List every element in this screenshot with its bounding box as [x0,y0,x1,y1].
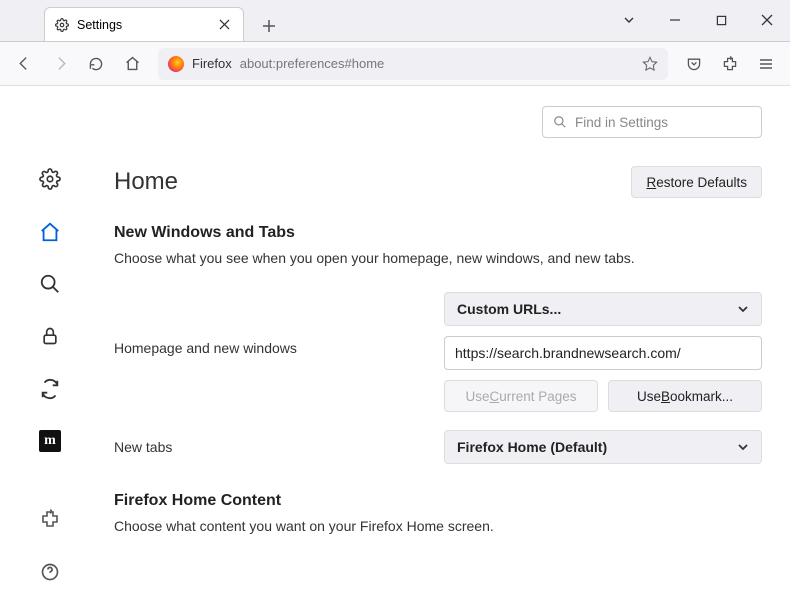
section-home-content-title: Firefox Home Content [114,492,762,510]
browser-tab[interactable]: Settings [44,7,244,41]
sidebar-item-privacy[interactable] [34,323,66,349]
back-button[interactable] [8,48,40,80]
urlbar-address: about:preferences#home [240,56,634,71]
urlbar-identity-label: Firefox [192,56,232,71]
chevron-down-icon [737,303,749,315]
newtabs-label: New tabs [114,439,444,455]
close-icon[interactable] [215,16,233,34]
sidebar-item-sync[interactable] [34,376,66,402]
main-content: Find in Settings Home Restore Defaults N… [100,86,790,603]
minimize-button[interactable] [652,0,698,41]
close-window-button[interactable] [744,0,790,41]
url-bar[interactable]: Firefox about:preferences#home [158,48,668,80]
search-icon [553,115,567,129]
bookmark-star-icon[interactable] [642,56,658,72]
forward-button[interactable] [44,48,76,80]
titlebar: Settings [0,0,790,42]
tab-dropdown-button[interactable] [606,0,652,41]
settings-search-input[interactable]: Find in Settings [542,106,762,138]
search-placeholder: Find in Settings [575,115,668,130]
new-tab-button[interactable] [254,11,284,41]
use-bookmark-button[interactable]: Use Bookmark... [608,380,762,412]
sidebar: m [0,86,100,603]
homepage-mode-value: Custom URLs... [457,301,561,317]
sidebar-item-extensions[interactable] [34,506,66,532]
homepage-mode-select[interactable]: Custom URLs... [444,292,762,326]
section-new-windows-desc: Choose what you see when you open your h… [114,250,762,266]
newtabs-value: Firefox Home (Default) [457,439,607,455]
home-button[interactable] [116,48,148,80]
use-current-pages-button[interactable]: Use Current Pages [444,380,598,412]
sidebar-item-general[interactable] [34,166,66,192]
extensions-button[interactable] [714,48,746,80]
maximize-button[interactable] [698,0,744,41]
sidebar-item-home[interactable] [34,218,66,244]
newtabs-select[interactable]: Firefox Home (Default) [444,430,762,464]
toolbar: Firefox about:preferences#home [0,42,790,86]
chevron-down-icon [737,441,749,453]
page-title: Home [114,168,178,196]
section-new-windows-title: New Windows and Tabs [114,224,762,242]
pocket-button[interactable] [678,48,710,80]
sidebar-item-more[interactable]: m [34,428,66,454]
section-home-content-desc: Choose what content you want on your Fir… [114,518,762,534]
menu-button[interactable] [750,48,782,80]
firefox-logo-icon [168,56,184,72]
reload-button[interactable] [80,48,112,80]
sidebar-item-help[interactable] [34,559,66,585]
gear-icon [55,18,69,32]
homepage-label: Homepage and new windows [114,292,444,356]
tab-title: Settings [77,18,207,32]
m-icon: m [39,430,61,452]
sidebar-item-search[interactable] [34,271,66,297]
restore-defaults-button[interactable]: Restore Defaults [631,166,762,198]
homepage-url-input[interactable] [444,336,762,370]
